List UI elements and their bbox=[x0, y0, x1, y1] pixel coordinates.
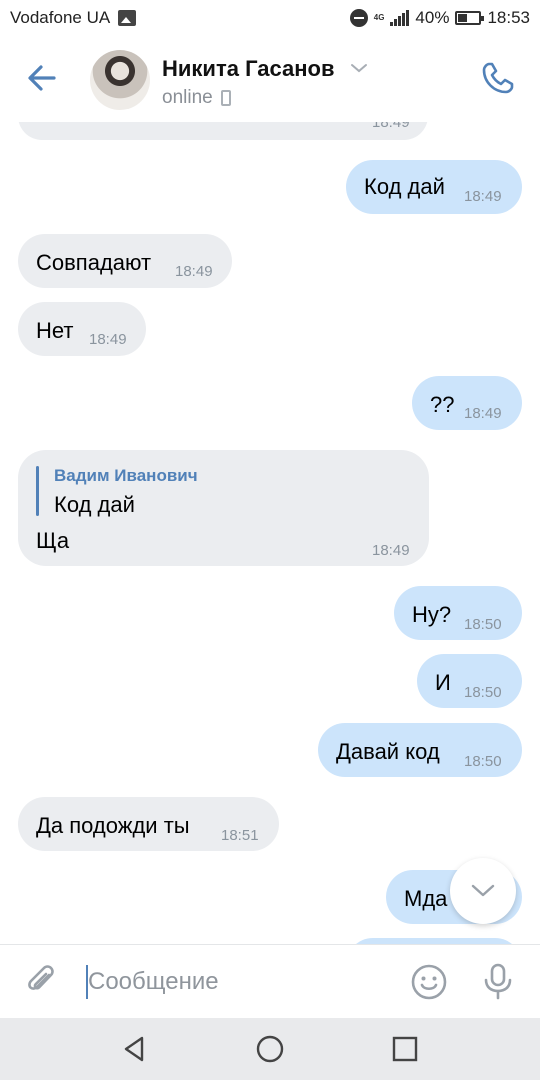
reply-quoted-text: Код дай bbox=[54, 492, 135, 517]
phone-call-icon bbox=[482, 62, 514, 94]
message-bubble-reply[interactable]: Вадим Иванович Код дай Ща 18:49 bbox=[18, 450, 429, 566]
gallery-notification-icon bbox=[118, 10, 137, 26]
message-bubble-outgoing[interactable]: Давай код 18:50 bbox=[318, 723, 522, 777]
contact-name[interactable]: Никита Гасанов bbox=[162, 56, 334, 82]
scroll-to-bottom-button[interactable] bbox=[450, 858, 516, 924]
emoji-icon bbox=[411, 964, 447, 1000]
message-bubble-outgoing[interactable]: ?? 18:49 bbox=[412, 376, 522, 430]
do-not-disturb-icon bbox=[349, 9, 368, 27]
call-button[interactable] bbox=[478, 58, 518, 98]
paperclip-icon bbox=[28, 965, 54, 990]
system-navigation-bar bbox=[0, 1018, 540, 1080]
signal-icon bbox=[390, 10, 410, 26]
reply-author[interactable]: Вадим Иванович bbox=[54, 466, 198, 486]
nav-back-button[interactable] bbox=[120, 1034, 150, 1064]
network-type-label: 4G bbox=[373, 13, 385, 22]
microphone-icon bbox=[484, 963, 512, 1000]
battery-icon bbox=[455, 11, 485, 25]
message-bubble-incoming[interactable]: Да подожди ты 18:51 bbox=[18, 797, 279, 851]
chat-header: Никита Гасанов online bbox=[0, 36, 540, 122]
contact-status: online bbox=[162, 87, 231, 109]
emoji-button[interactable] bbox=[410, 963, 448, 1006]
message-text: Давай код bbox=[336, 739, 440, 764]
message-text: Код дай bbox=[364, 174, 445, 199]
message-text: Совпадают bbox=[36, 250, 152, 275]
message-bubble-outgoing[interactable]: Код дай 18:49 bbox=[346, 160, 522, 214]
message-text: Мда bbox=[404, 886, 448, 911]
message-time: 18:49 bbox=[175, 263, 213, 280]
clock: 18:53 bbox=[487, 8, 530, 27]
message-text: И bbox=[435, 670, 451, 695]
chevron-down-icon[interactable] bbox=[350, 62, 368, 74]
message-time: 18:50 bbox=[464, 753, 502, 770]
message-bubble-incoming[interactable]: 18:49 bbox=[18, 122, 428, 140]
message-time: 18:49 bbox=[464, 188, 502, 205]
battery-percent: 40% bbox=[415, 8, 450, 27]
message-time: 18:50 bbox=[464, 684, 502, 701]
chevron-down-icon bbox=[471, 884, 495, 897]
message-input[interactable] bbox=[88, 965, 388, 999]
message-bubble-outgoing[interactable]: Ну? 18:50 bbox=[394, 586, 522, 640]
message-time: 18:49 bbox=[464, 405, 502, 422]
contact-avatar[interactable] bbox=[90, 50, 150, 110]
message-bubble-incoming[interactable]: Нет 18:49 bbox=[18, 302, 146, 356]
message-text: Нет bbox=[36, 318, 74, 343]
message-composer bbox=[0, 944, 540, 1018]
reply-quote-bar bbox=[36, 466, 39, 516]
nav-recents-icon bbox=[392, 1036, 418, 1062]
message-text: Ща bbox=[36, 528, 70, 553]
nav-back-icon bbox=[124, 1036, 144, 1062]
message-text: Да подожди ты bbox=[36, 813, 190, 838]
nav-recents-button[interactable] bbox=[390, 1034, 420, 1064]
message-time: 18:51 bbox=[221, 827, 259, 844]
message-time: 18:49 bbox=[89, 331, 127, 348]
message-text: ?? bbox=[430, 392, 455, 417]
message-text: Ну? bbox=[412, 602, 452, 627]
carrier-label: Vodafone UA bbox=[10, 8, 111, 27]
voice-message-button[interactable] bbox=[480, 961, 516, 1006]
back-arrow-icon bbox=[28, 65, 56, 91]
message-time: 18:50 bbox=[464, 616, 502, 633]
mobile-device-icon bbox=[220, 90, 231, 106]
nav-home-button[interactable] bbox=[255, 1034, 285, 1064]
message-bubble-incoming[interactable]: Совпадают 18:49 bbox=[18, 234, 232, 288]
nav-home-icon bbox=[256, 1035, 284, 1063]
attach-button[interactable] bbox=[22, 961, 62, 1006]
message-bubble-outgoing[interactable]: И 18:50 bbox=[417, 654, 522, 708]
status-text: online bbox=[162, 87, 213, 108]
status-bar: Vodafone UA 4G 40% 18:53 bbox=[0, 0, 540, 36]
message-time: 18:49 bbox=[372, 122, 410, 131]
message-time: 18:49 bbox=[372, 542, 410, 559]
message-list[interactable]: 18:49 Код дай 18:49 Совпадают 18:49 Нет … bbox=[0, 122, 540, 944]
back-button[interactable] bbox=[22, 58, 62, 98]
